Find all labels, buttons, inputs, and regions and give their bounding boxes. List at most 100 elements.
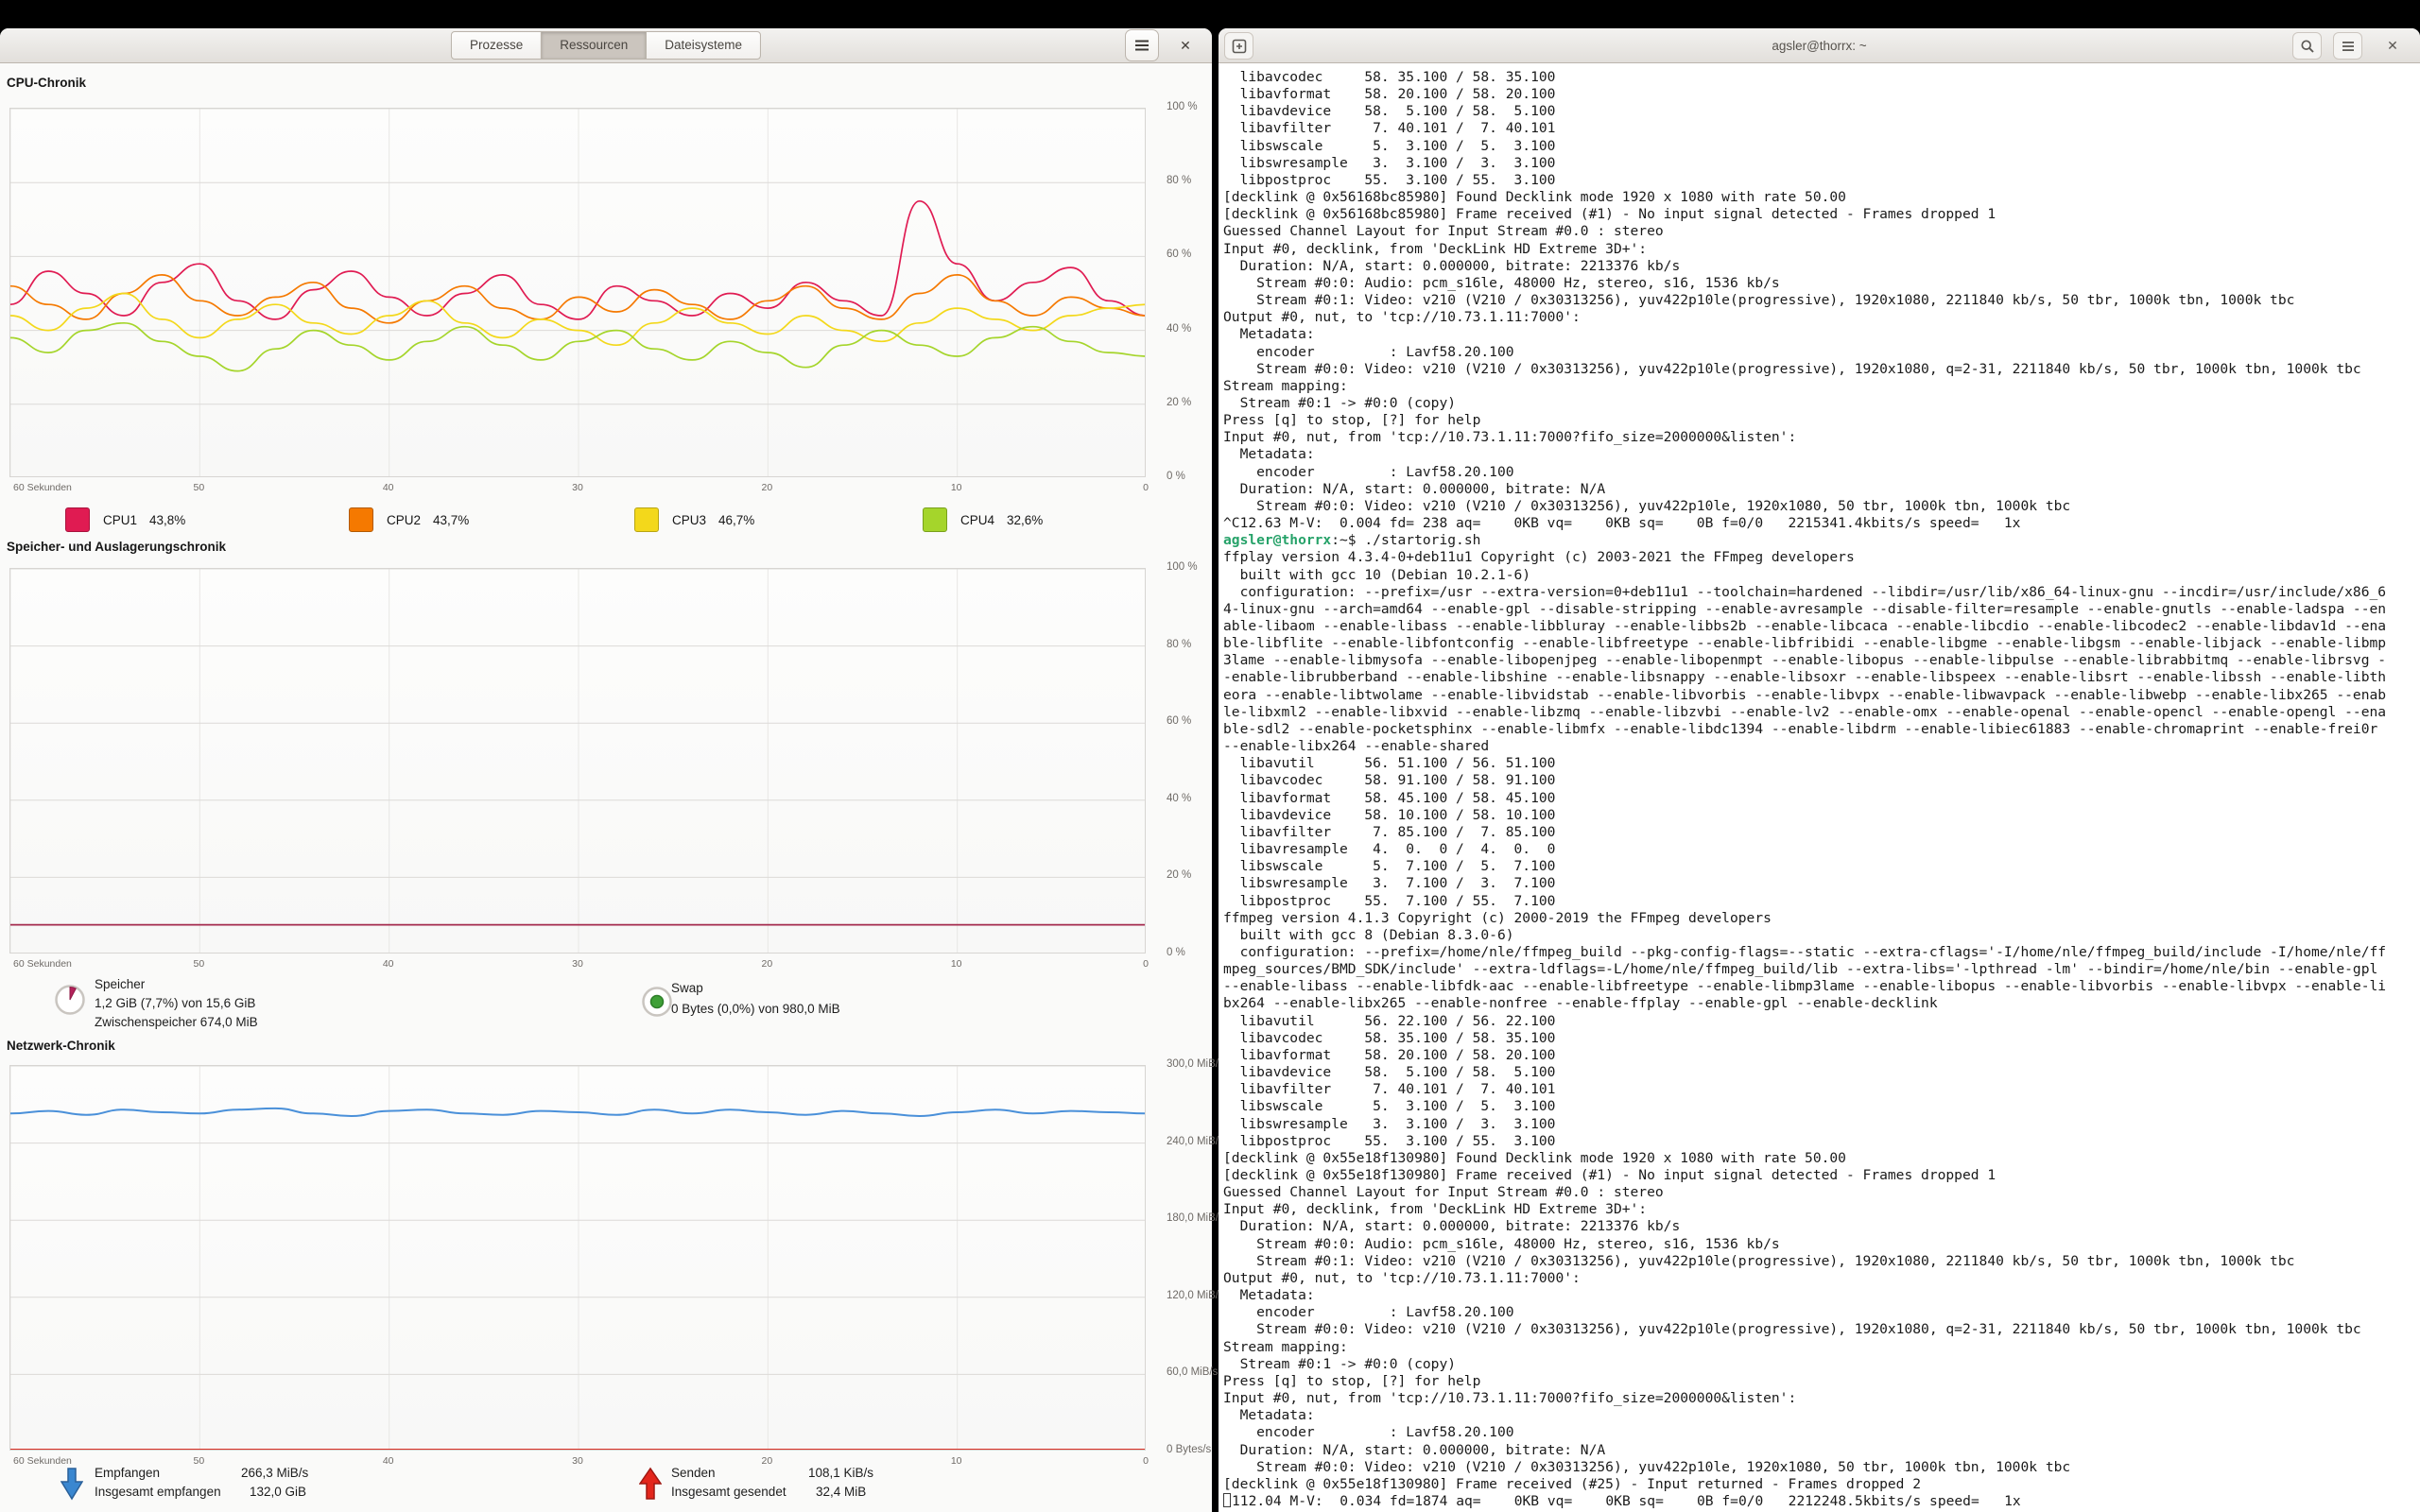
memory-pie-icon xyxy=(54,984,86,1021)
terminal-line: Duration: N/A, start: 0.000000, bitrate:… xyxy=(1223,1218,2418,1235)
tab-ressourcen[interactable]: Ressourcen xyxy=(541,31,647,60)
terminal-line: Duration: N/A, start: 0.000000, bitrate:… xyxy=(1223,1442,2418,1459)
terminal-line: Stream #0:0: Video: v210 (V210 / 0x30313… xyxy=(1223,361,2418,378)
terminal-line: --enable-libx264 --enable-shared xyxy=(1223,738,2418,755)
y-axis-tick-label: 0 Bytes/s xyxy=(1167,1444,1211,1455)
cpu-legend-item: CPU143,8% xyxy=(65,507,185,533)
y-axis-tick-label: 180,0 MiB/s xyxy=(1167,1212,1224,1224)
y-axis-tick-label: 40 % xyxy=(1167,323,1191,335)
terminal-line: libavfilter 7. 40.101 / 7. 40.101 xyxy=(1223,120,2418,137)
terminal-line: Metadata: xyxy=(1223,1407,2418,1424)
terminal-line: Stream #0:1 -> #0:0 (copy) xyxy=(1223,395,2418,412)
y-axis-tick-label: 240,0 MiB/s xyxy=(1167,1136,1224,1147)
x-axis-tick-label: 40 xyxy=(383,1455,394,1467)
x-axis-tick-label: 60 Sekunden xyxy=(13,958,72,970)
tab-prozesse[interactable]: Prozesse xyxy=(451,31,542,60)
network-send-rate: 108,1 KiB/s xyxy=(808,1466,873,1480)
network-receive-label: Empfangen xyxy=(95,1466,160,1480)
terminal-line: Stream #0:1: Video: v210 (V210 / 0x30313… xyxy=(1223,292,2418,309)
terminal-line: Duration: N/A, start: 0.000000, bitrate:… xyxy=(1223,481,2418,498)
net-chart-plot xyxy=(9,1065,1146,1451)
terminal-line: --enable-libass --enable-libfdk-aac --en… xyxy=(1223,978,2418,995)
terminal-line: Stream #0:0: Video: v210 (V210 / 0x30313… xyxy=(1223,1321,2418,1338)
cpu-color-swatch xyxy=(65,507,90,532)
terminal-line: Duration: N/A, start: 0.000000, bitrate:… xyxy=(1223,258,2418,275)
cpu-color-swatch xyxy=(634,507,659,532)
cpu-legend-label: CPU1 xyxy=(103,513,137,527)
memory-swap-history-chart: 100 %80 %60 %40 %20 %0 %60 Sekunden50403… xyxy=(9,568,1212,980)
terminal-prompt-user: agsler@thorrx xyxy=(1223,532,1331,548)
network-send-total: 32,4 MiB xyxy=(816,1485,866,1499)
terminal-line: libswresample 3. 3.100 / 3. 3.100 xyxy=(1223,155,2418,172)
close-icon: ✕ xyxy=(2387,38,2398,54)
y-axis-tick-label: 100 % xyxy=(1167,561,1198,573)
memory-usage-value: 1,2 GiB (7,7%) von 15,6 GiB xyxy=(95,996,255,1010)
terminal-line: Press [q] to stop, [?] for help xyxy=(1223,412,2418,429)
cpu-legend-label: CPU2 xyxy=(387,513,421,527)
terminal-line: Stream #0:0: Video: v210 (V210 / 0x30313… xyxy=(1223,1459,2418,1476)
network-receive-total-label: Insgesamt empfangen xyxy=(95,1485,221,1499)
terminal-line: Stream #0:0: Audio: pcm_s16le, 48000 Hz,… xyxy=(1223,275,2418,292)
x-axis-tick-label: 30 xyxy=(572,482,583,493)
x-axis-tick-label: 50 xyxy=(193,958,204,970)
terminal-line: libavformat 58. 20.100 / 58. 20.100 xyxy=(1223,1047,2418,1064)
system-monitor-window: ProzesseRessourcenDateisysteme ✕ CPU-Chr… xyxy=(0,28,1212,1512)
terminal-line: libswresample 3. 7.100 / 3. 7.100 xyxy=(1223,875,2418,892)
terminal-line: libavdevice 58. 5.100 / 58. 5.100 xyxy=(1223,1064,2418,1081)
network-send-total-label: Insgesamt gesendet xyxy=(671,1485,786,1499)
terminal-headerbar: agsler@thorrx: ~ ✕ xyxy=(1219,28,2420,63)
terminal-line: libavformat 58. 45.100 / 58. 45.100 xyxy=(1223,790,2418,807)
x-axis-tick-label: 20 xyxy=(761,958,772,970)
primary-menu-button[interactable] xyxy=(1125,29,1159,61)
cpu-legend-item: CPU243,7% xyxy=(349,507,469,533)
x-axis-tick-label: 0 xyxy=(1143,482,1149,493)
terminal-line: 3lame --enable-libmysofa --enable-libope… xyxy=(1223,652,2418,669)
close-window-button[interactable]: ✕ xyxy=(2379,32,2406,59)
terminal-menu-button[interactable] xyxy=(2333,32,2362,60)
terminal-line: [decklink @ 0x55e18f130980] Found Deckli… xyxy=(1223,1150,2418,1167)
y-axis-tick-label: 60,0 MiB/s xyxy=(1167,1366,1218,1378)
x-axis-tick-label: 0 xyxy=(1143,958,1149,970)
upload-arrow-icon xyxy=(639,1467,662,1505)
terminal-line: libavcodec 58. 35.100 / 58. 35.100 xyxy=(1223,1030,2418,1047)
terminal-line: Input #0, decklink, from 'DeckLink HD Ex… xyxy=(1223,1201,2418,1218)
y-axis-tick-label: 80 % xyxy=(1167,175,1191,186)
terminal-line: configuration: --prefix=/home/nle/ffmpeg… xyxy=(1223,944,2418,961)
terminal-line: Stream #0:0: Video: v210 (V210 / 0x30313… xyxy=(1223,498,2418,515)
terminal-output[interactable]: libavcodec 58. 35.100 / 58. 35.100 libav… xyxy=(1219,63,2420,1512)
terminal-line: Press [q] to stop, [?] for help xyxy=(1223,1373,2418,1390)
terminal-line: encoder : Lavf58.20.100 xyxy=(1223,344,2418,361)
close-window-button[interactable]: ✕ xyxy=(1172,32,1199,59)
terminal-line: encoder : Lavf58.20.100 xyxy=(1223,464,2418,481)
y-axis-tick-label: 120,0 MiB/s xyxy=(1167,1290,1224,1301)
y-axis-tick-label: 0 % xyxy=(1167,947,1185,958)
search-button[interactable] xyxy=(2292,32,2322,60)
terminal-line: agsler@thorrx:~$ ./startorig.sh xyxy=(1223,532,2418,549)
terminal-line: able-libaom --enable-libass --enable-lib… xyxy=(1223,618,2418,635)
terminal-line: Guessed Channel Layout for Input Stream … xyxy=(1223,223,2418,240)
terminal-line: ffmpeg version 4.1.3 Copyright (c) 2000-… xyxy=(1223,910,2418,927)
x-axis-tick-label: 0 xyxy=(1143,1455,1149,1467)
terminal-line: libavfilter 7. 85.100 / 7. 85.100 xyxy=(1223,824,2418,841)
terminal-line: libavutil 56. 22.100 / 56. 22.100 xyxy=(1223,1013,2418,1030)
cpu-chart-plot xyxy=(9,108,1146,477)
x-axis-tick-label: 40 xyxy=(383,958,394,970)
terminal-line: Metadata: xyxy=(1223,446,2418,463)
terminal-line: Output #0, nut, to 'tcp://10.73.1.11:700… xyxy=(1223,309,2418,326)
x-axis-tick-label: 10 xyxy=(951,958,962,970)
y-axis-tick-label: 60 % xyxy=(1167,715,1191,727)
cpu-legend-label: CPU4 xyxy=(960,513,994,527)
terminal-line: Stream mapping: xyxy=(1223,378,2418,395)
terminal-line: libswscale 5. 3.100 / 5. 3.100 xyxy=(1223,1098,2418,1115)
cpu-legend: CPU143,8%CPU243,7%CPU346,7%CPU432,6% xyxy=(0,507,1212,533)
y-axis-tick-label: 100 % xyxy=(1167,101,1198,112)
terminal-line: Stream #0:1 -> #0:0 (copy) xyxy=(1223,1356,2418,1373)
tab-dateisysteme[interactable]: Dateisysteme xyxy=(646,31,761,60)
terminal-line: libavcodec 58. 91.100 / 58. 91.100 xyxy=(1223,772,2418,789)
terminal-line: libavresample 4. 0. 0 / 4. 0. 0 xyxy=(1223,841,2418,858)
terminal-line: eora --enable-libtwolame --enable-libvid… xyxy=(1223,687,2418,704)
terminal-line: -enable-librubberband --enable-libshine … xyxy=(1223,669,2418,686)
terminal-line: libswscale 5. 7.100 / 5. 7.100 xyxy=(1223,858,2418,875)
swap-pie-icon xyxy=(641,986,673,1022)
cpu-color-swatch xyxy=(349,507,373,532)
